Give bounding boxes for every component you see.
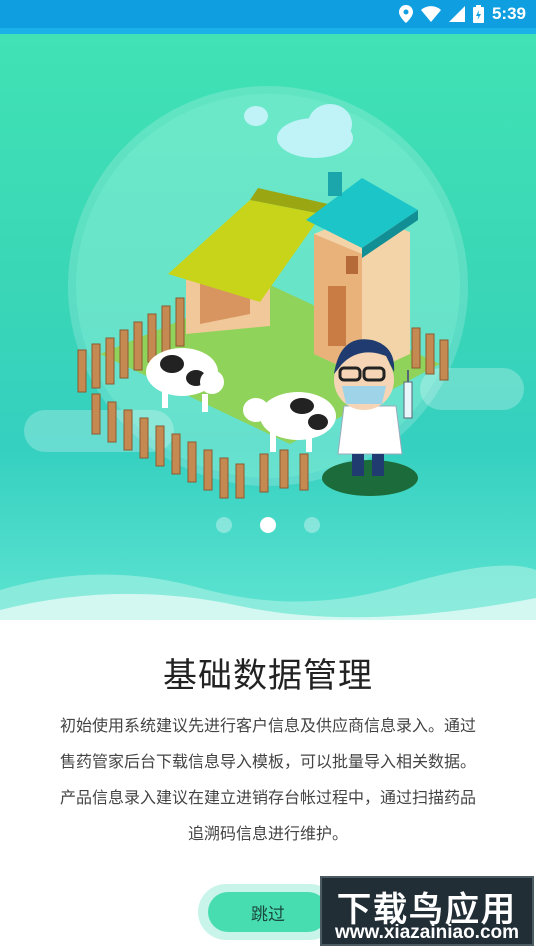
watermark-url: www.xiazainiao.com: [334, 922, 520, 943]
location-icon: [398, 5, 413, 23]
watermark-logo: 下载鸟应用 www.xiazainiao.com: [320, 876, 534, 946]
farm-vet-illustration: [24, 86, 524, 499]
status-bar: 5:39: [0, 0, 536, 28]
page-description: 初始使用系统建议先进行客户信息及供应商信息录入。通过售药管家后台下载信息导入模板…: [60, 716, 477, 843]
skip-button[interactable]: 跳过: [208, 892, 328, 932]
battery-icon: [472, 5, 484, 23]
carousel-pagination: [0, 517, 536, 533]
hero-banner[interactable]: [0, 34, 536, 624]
pagination-dot[interactable]: [304, 517, 320, 533]
signal-icon: [448, 6, 465, 22]
status-time: 5:39: [491, 4, 526, 23]
status-icons: 5:39: [398, 3, 526, 25]
wifi-icon: [420, 6, 441, 22]
pagination-dot-active[interactable]: [260, 517, 276, 533]
page-title: 基础数据管理: [163, 656, 373, 696]
pagination-dot[interactable]: [216, 517, 232, 533]
